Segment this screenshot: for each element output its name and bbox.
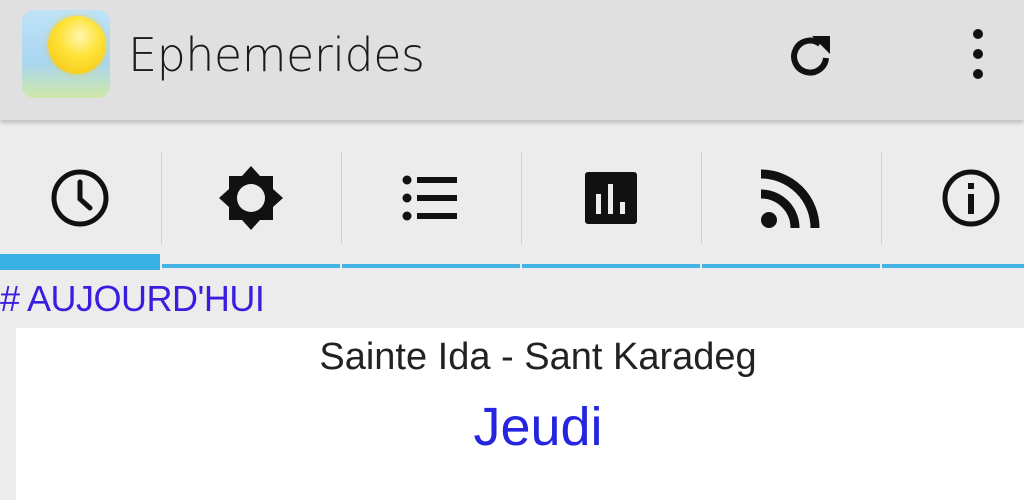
more-options-button[interactable] [958,26,998,82]
active-tab-indicator [0,254,160,270]
saint-name: Sainte Ida - Sant Karadeg [319,336,757,378]
app-bar: Ephemerides [0,0,1024,120]
brightness-icon [219,166,283,230]
bar-chart-icon [585,172,637,224]
tab-bar [0,150,1024,270]
tab-today[interactable] [0,150,160,246]
tab-stats[interactable] [522,150,700,246]
sun-app-icon [22,10,110,98]
section-heading: # AUJOURD'HUI [0,278,265,319]
more-vert-icon [973,29,983,79]
app-title: Ephemerides [128,28,425,82]
tab-sun[interactable] [162,150,340,246]
day-name: Jeudi [473,397,603,457]
tab-info[interactable] [882,150,1024,246]
clock-icon [51,169,109,227]
list-icon [402,175,457,221]
rss-feed-icon [760,169,820,229]
tab-list[interactable] [342,150,520,246]
tab-feed[interactable] [702,150,880,246]
info-icon [942,169,1000,227]
refresh-icon [791,36,830,76]
refresh-button[interactable] [782,26,838,82]
